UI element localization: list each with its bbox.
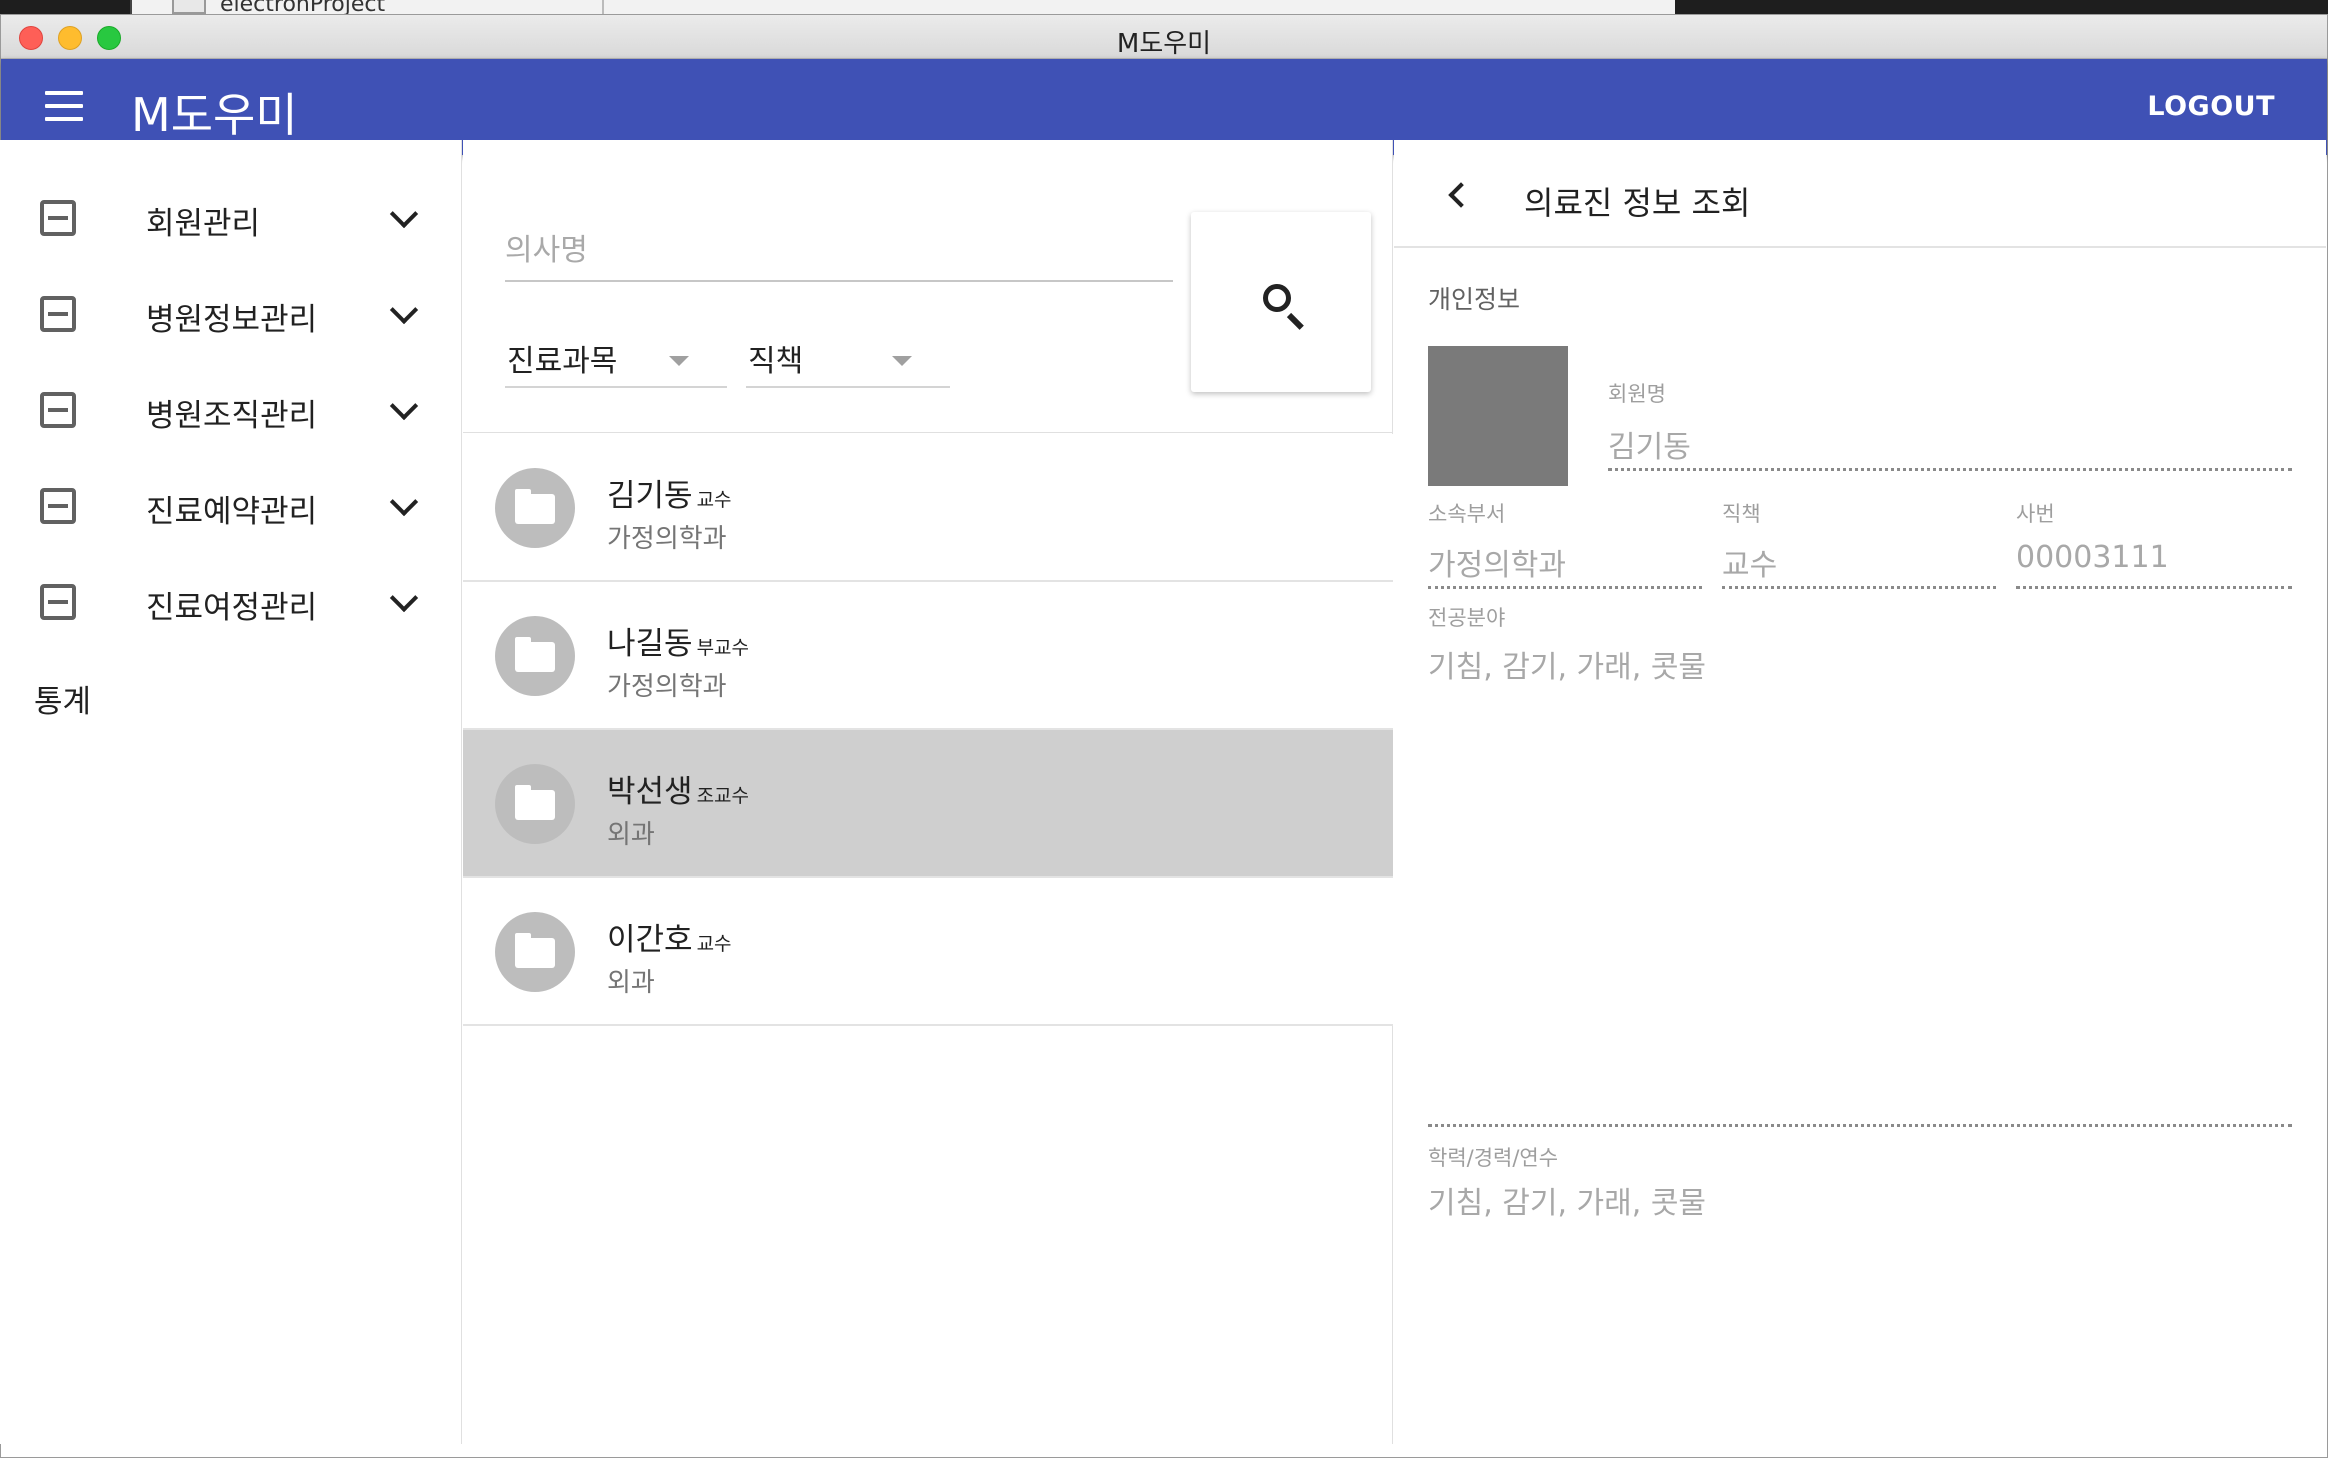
doctor-name: 이간호 bbox=[607, 922, 693, 958]
department-select-value: 진료과목 bbox=[507, 344, 618, 379]
doctor-title: 교수 bbox=[696, 489, 732, 511]
department-label: 소속부서 bbox=[1428, 502, 1506, 526]
sidebar: 회원관리 병원정보관리 병원조직관리 진료예약관리 진료여정관리 통계 bbox=[0, 140, 462, 1444]
inbox-icon bbox=[40, 584, 76, 620]
sidebar-item-member-management[interactable]: 회원관리 bbox=[0, 176, 462, 262]
hamburger-menu-icon[interactable] bbox=[45, 91, 83, 121]
page-title: 의료진 정보 조회 bbox=[1524, 184, 1751, 222]
sidebar-item-hospital-info[interactable]: 병원정보관리 bbox=[0, 272, 462, 358]
profile-photo bbox=[1428, 346, 1568, 486]
detail-header: 의료진 정보 조회 bbox=[1394, 140, 2326, 248]
specialty-label: 전공분야 bbox=[1428, 606, 1506, 630]
window-title: M도우미 bbox=[1116, 29, 1212, 59]
doctor-name: 나길동 bbox=[607, 626, 693, 662]
position-select[interactable]: 직책 bbox=[746, 320, 950, 388]
folder-icon bbox=[515, 933, 555, 968]
history-field: 기침, 감기, 가래, 콧물 bbox=[1428, 1186, 1707, 1221]
search-button[interactable] bbox=[1191, 212, 1371, 392]
sidebar-item-label: 병원조직관리 bbox=[146, 398, 318, 434]
avatar bbox=[495, 468, 575, 548]
sidebar-item-statistics[interactable]: 통계 bbox=[34, 676, 91, 721]
background-finder-window: electronProject bbox=[130, 0, 1675, 17]
caret-down-icon bbox=[669, 356, 689, 366]
folder-icon bbox=[515, 489, 555, 524]
doctor-title: 조교수 bbox=[696, 785, 750, 807]
sidebar-item-reservation[interactable]: 진료예약관리 bbox=[0, 464, 462, 550]
sidebar-item-hospital-org[interactable]: 병원조직관리 bbox=[0, 368, 462, 454]
folder-icon bbox=[515, 637, 555, 672]
sidebar-item-label: 진료예약관리 bbox=[146, 494, 318, 530]
chevron-down-icon bbox=[389, 199, 419, 229]
history-label: 학력/경력/연수 bbox=[1428, 1146, 1559, 1170]
divider bbox=[463, 432, 1393, 433]
avatar bbox=[495, 912, 575, 992]
employee-number-label: 사번 bbox=[2016, 502, 2055, 526]
caret-down-icon bbox=[892, 356, 912, 366]
app-title: M도우미 bbox=[131, 88, 298, 142]
doctor-name: 김기동 bbox=[607, 478, 693, 514]
employee-number-field: 00003111 bbox=[2016, 540, 2169, 575]
doctor-department: 외과 bbox=[607, 820, 655, 850]
list-item[interactable]: 이간호 교수 외과 bbox=[463, 878, 1393, 1026]
list-item[interactable]: 나길동 부교수 가정의학과 bbox=[463, 582, 1393, 730]
section-title: 개인정보 bbox=[1428, 285, 1521, 314]
doctor-department: 가정의학과 bbox=[607, 524, 727, 554]
sidebar-item-label: 회원관리 bbox=[146, 206, 261, 242]
logout-button[interactable]: LOGOUT bbox=[2147, 91, 2275, 122]
position-field: 교수 bbox=[1722, 548, 1778, 583]
chevron-down-icon bbox=[389, 487, 419, 517]
doctor-department: 외과 bbox=[607, 968, 655, 998]
chevron-down-icon bbox=[389, 295, 419, 325]
member-name-label: 회원명 bbox=[1608, 382, 1666, 406]
chevron-down-icon bbox=[389, 391, 419, 421]
avatar bbox=[495, 764, 575, 844]
sidebar-item-label: 진료여정관리 bbox=[146, 590, 318, 626]
avatar bbox=[495, 616, 575, 696]
divider bbox=[602, 0, 604, 14]
inbox-icon bbox=[40, 200, 76, 236]
specialty-field: 기침, 감기, 가래, 콧물 bbox=[1428, 650, 1707, 685]
back-arrow-icon[interactable] bbox=[1448, 182, 1474, 208]
doctor-title: 교수 bbox=[696, 933, 732, 955]
inbox-icon bbox=[40, 392, 76, 428]
doctor-detail-panel: 의료진 정보 조회 개인정보 회원명 김기동 소속부서 가정의학과 직책 교수 … bbox=[1394, 140, 2326, 1444]
list-item[interactable]: 김기동 교수 가정의학과 bbox=[463, 434, 1393, 582]
department-field: 가정의학과 bbox=[1428, 548, 1566, 583]
doctor-list-panel: 진료과목 직책 김기동교수 가정의학과 나길동부교수 가정의학과 박선생조교수 … bbox=[463, 140, 1393, 1444]
chevron-down-icon bbox=[389, 583, 419, 613]
window-titlebar: M도우미 bbox=[1, 15, 2327, 59]
position-label: 직책 bbox=[1722, 502, 1761, 526]
doctor-department: 가정의학과 bbox=[607, 672, 727, 702]
sidebar-item-journey[interactable]: 진료여정관리 bbox=[0, 560, 462, 646]
doctor-title: 부교수 bbox=[696, 637, 750, 659]
folder-icon bbox=[515, 785, 555, 820]
file-icon bbox=[172, 0, 206, 14]
position-select-value: 직책 bbox=[748, 344, 804, 379]
doctor-name-search-input[interactable] bbox=[505, 220, 1173, 282]
department-select[interactable]: 진료과목 bbox=[505, 320, 727, 388]
doctor-name: 박선생 bbox=[607, 774, 693, 810]
search-icon bbox=[1263, 284, 1291, 312]
inbox-icon bbox=[40, 296, 76, 332]
member-name-field: 김기동 bbox=[1608, 430, 1691, 465]
sidebar-item-label: 병원정보관리 bbox=[146, 302, 318, 338]
inbox-icon bbox=[40, 488, 76, 524]
list-item-selected[interactable]: 박선생 조교수 외과 bbox=[463, 730, 1393, 878]
